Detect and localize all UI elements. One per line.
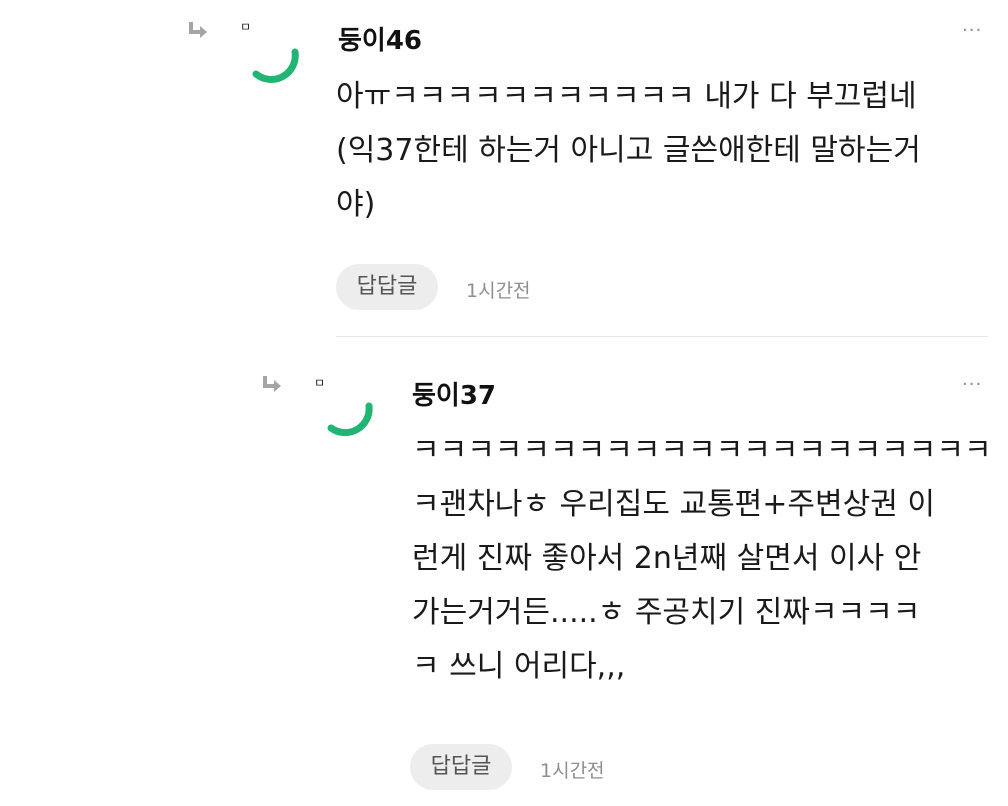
reply-arrow-icon (263, 376, 281, 392)
more-options-icon[interactable]: ··· (962, 20, 982, 41)
avatar[interactable]: ㅁ (314, 374, 384, 444)
comment-line: 아ㅠㅋㅋㅋㅋㅋㅋㅋㅋㅋㅋㅋ 내가 다 부끄럽네 (336, 79, 917, 114)
comment-author[interactable]: 둥이46 (338, 20, 422, 57)
avatar-ring-icon (327, 402, 373, 437)
avatar[interactable]: ㅁ (240, 18, 310, 88)
comment-time: 1시간전 (466, 280, 531, 302)
comment-line: 가는거거든.....ㅎ 주공치기 진짜ㅋㅋㅋㅋ (412, 595, 921, 630)
comment-time: 1시간전 (540, 760, 605, 782)
comment-line: 야) (336, 187, 376, 222)
reply-arrow-icon (189, 22, 207, 38)
reply-button[interactable]: 답답글 (410, 744, 512, 790)
more-options-icon[interactable]: ··· (962, 374, 982, 395)
comment-body: ㅋㅋㅋㅋㅋㅋㅋㅋㅋㅋㅋㅋㅋㅋㅋㅋㅋㅋㅋㅋㅋ ㅋ괜차나ㅎ 우리집도 교통편+주변상… (412, 424, 992, 694)
comment-line: ㅋ 쓰니 어리다,,, (412, 649, 626, 684)
comment-line: ㅋ괜차나ㅎ 우리집도 교통편+주변상권 이 (412, 487, 935, 522)
comment-author[interactable]: 둥이37 (412, 375, 496, 412)
comment-body: 아ㅠㅋㅋㅋㅋㅋㅋㅋㅋㅋㅋㅋ 내가 다 부끄럽네 (익37한테 하는거 아니고 글… (336, 70, 921, 232)
comment-line: 런게 진짜 좋아서 2n년째 살면서 이사 안 (412, 541, 922, 576)
avatar-ring-icon (252, 48, 299, 83)
comment-2: ㅁ 둥이37 ··· ㅋㅋㅋㅋㅋㅋㅋㅋㅋㅋㅋㅋㅋㅋㅋㅋㅋㅋㅋㅋㅋ ㅋ괜차나ㅎ 우… (0, 340, 1008, 806)
comment-line: (익37한테 하는거 아니고 글쓴애한테 말하는거 (336, 133, 921, 168)
reply-button[interactable]: 답답글 (336, 264, 438, 310)
comment-divider (336, 336, 988, 337)
comment-line: ㅋㅋㅋㅋㅋㅋㅋㅋㅋㅋㅋㅋㅋㅋㅋㅋㅋㅋㅋㅋㅋ (412, 433, 992, 468)
comment-1: ㅁ 둥이46 ··· 아ㅠㅋㅋㅋㅋㅋㅋㅋㅋㅋㅋㅋ 내가 다 부끄럽네 (익37한… (0, 0, 1008, 340)
